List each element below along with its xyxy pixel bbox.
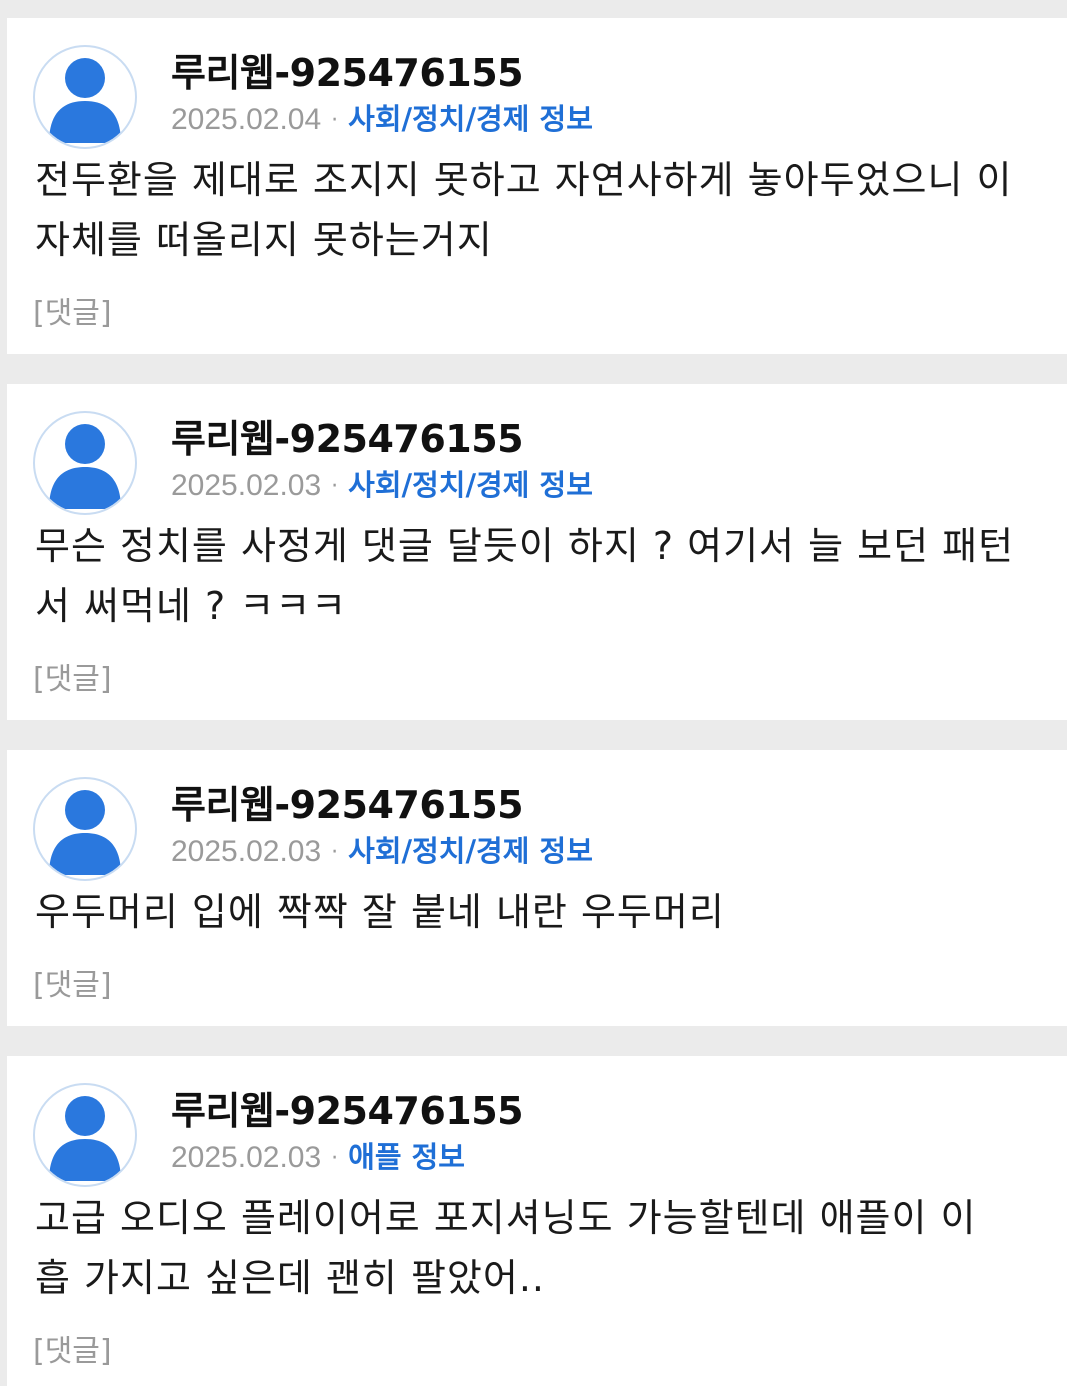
user-avatar-icon[interactable] xyxy=(33,777,137,881)
meta-separator: · xyxy=(331,1146,339,1171)
post-card[interactable]: 루리웹-925476155 2025.02.03 · 애플 정보 고급 오디오 플레… xyxy=(7,1056,1067,1386)
meta-separator: · xyxy=(331,108,339,133)
comment-link[interactable]: [댓글] xyxy=(33,288,112,332)
user-avatar-icon[interactable] xyxy=(33,45,137,149)
comment-link[interactable]: [댓글] xyxy=(33,654,112,698)
post-meta: 2025.02.03 · 사회/정치/경제 정보 xyxy=(171,462,593,504)
post-card[interactable]: 루리웹-925476155 2025.02.04 · 사회/정치/경제 정보 전두환… xyxy=(7,18,1067,354)
post-author[interactable]: 루리웹-925476155 xyxy=(171,42,524,97)
post-content-line: 전두환을 제대로 조지지 못하고 자연사하게 놓아두었으니 이 xyxy=(35,158,1013,202)
post-category-link[interactable]: 사회/정치/경제 정보 xyxy=(348,468,593,502)
post-meta: 2025.02.04 · 사회/정치/경제 정보 xyxy=(171,96,593,138)
post-content-line: 서 써먹네 ? ㅋㅋㅋ xyxy=(35,584,348,628)
post-author[interactable]: 루리웹-925476155 xyxy=(171,408,524,463)
post-author[interactable]: 루리웹-925476155 xyxy=(171,1080,524,1135)
post-card[interactable]: 루리웹-925476155 2025.02.03 · 사회/정치/경제 정보 우두머… xyxy=(7,750,1067,1026)
post-date: 2025.02.03 xyxy=(171,1141,322,1174)
comment-link[interactable]: [댓글] xyxy=(33,960,112,1004)
meta-separator: · xyxy=(331,474,339,499)
user-avatar-icon[interactable] xyxy=(33,1083,137,1187)
post-content-line: 우두머리 입에 짝짝 잘 붙네 내란 우두머리 xyxy=(35,890,725,934)
comment-link[interactable]: [댓글] xyxy=(33,1326,112,1370)
post-content[interactable]: 우두머리 입에 짝짝 잘 붙네 내란 우두머리 xyxy=(35,882,725,942)
post-meta: 2025.02.03 · 사회/정치/경제 정보 xyxy=(171,828,593,870)
meta-separator: · xyxy=(331,840,339,865)
post-content-line: 자체를 떠올리지 못하는거지 xyxy=(35,218,493,262)
post-card[interactable]: 루리웹-925476155 2025.02.03 · 사회/정치/경제 정보 무슨 … xyxy=(7,384,1067,720)
post-content-line: 흡 가지고 싶은데 괜히 팔았어.. xyxy=(35,1256,545,1300)
post-content-line: 무슨 정치를 사정게 댓글 달듯이 하지 ? 여기서 늘 보던 패턴 xyxy=(35,524,1015,568)
post-author[interactable]: 루리웹-925476155 xyxy=(171,774,524,829)
post-content[interactable]: 무슨 정치를 사정게 댓글 달듯이 하지 ? 여기서 늘 보던 패턴 서 써먹네… xyxy=(35,516,1014,636)
post-meta: 2025.02.03 · 애플 정보 xyxy=(171,1134,465,1176)
post-date: 2025.02.03 xyxy=(171,469,322,502)
post-category-link[interactable]: 애플 정보 xyxy=(348,1140,465,1174)
post-date: 2025.02.04 xyxy=(171,103,322,136)
post-content[interactable]: 고급 오디오 플레이어로 포지셔닝도 가능할텐데 애플이 이 흡 가지고 싶은데… xyxy=(35,1188,977,1308)
post-content[interactable]: 전두환을 제대로 조지지 못하고 자연사하게 놓아두었으니 이 자체를 떠올리지… xyxy=(35,150,1012,270)
user-avatar-icon[interactable] xyxy=(33,411,137,515)
post-category-link[interactable]: 사회/정치/경제 정보 xyxy=(348,102,593,136)
post-category-link[interactable]: 사회/정치/경제 정보 xyxy=(348,834,593,868)
post-content-line: 고급 오디오 플레이어로 포지셔닝도 가능할텐데 애플이 이 xyxy=(35,1196,977,1240)
post-date: 2025.02.03 xyxy=(171,835,322,868)
